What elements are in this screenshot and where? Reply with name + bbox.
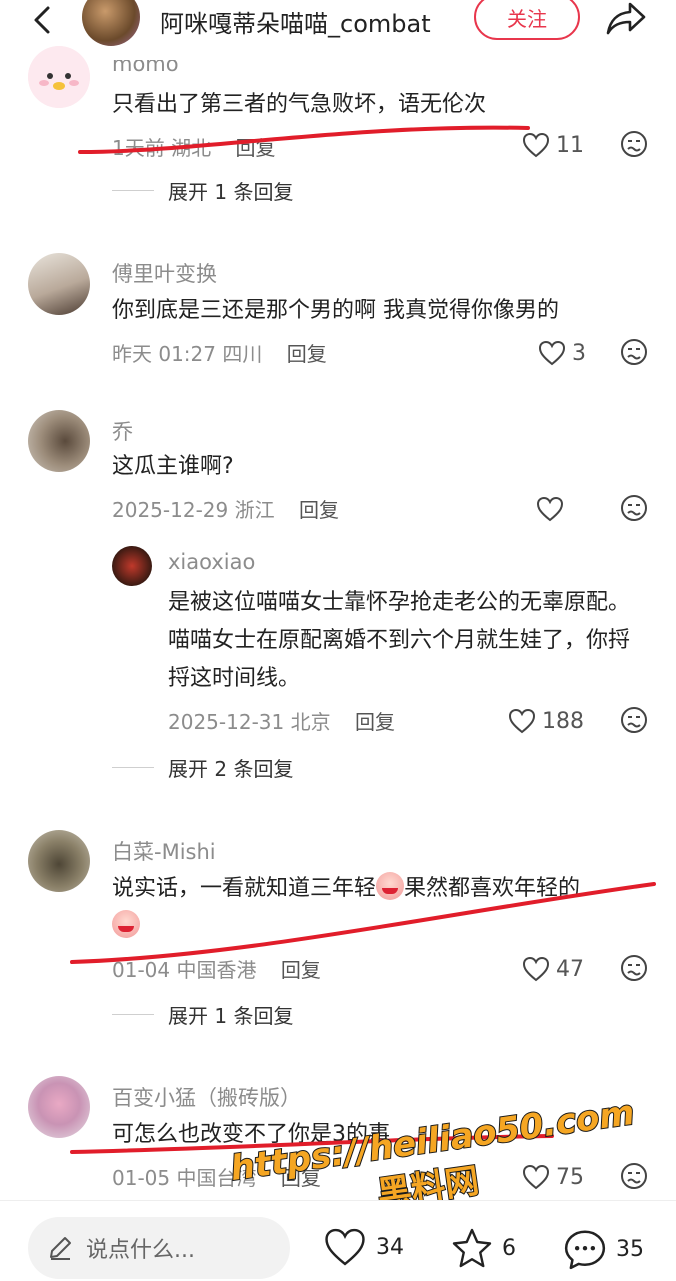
cartoon-avatar-icon: [28, 46, 90, 108]
reply-button[interactable]: 回复: [287, 342, 327, 366]
divider-line: [112, 190, 154, 191]
comment-meta: 2025-12-31 北京 回复: [168, 706, 395, 735]
crying-emoji-icon: [112, 910, 140, 938]
user-avatar[interactable]: [28, 253, 90, 315]
comment-time: 昨天 01:27: [112, 342, 216, 366]
crying-emoji-icon: [376, 872, 405, 900]
like-button[interactable]: 188: [508, 706, 584, 736]
divider-line: [112, 767, 154, 768]
like-count: 3: [572, 340, 586, 366]
like-button[interactable]: 47: [522, 954, 584, 984]
username[interactable]: 百变小猛（搬砖版）: [112, 1082, 301, 1112]
reply-button[interactable]: 回复: [235, 136, 275, 160]
expand-replies[interactable]: 展开 1 条回复: [112, 1000, 293, 1029]
heart-icon: [536, 496, 564, 522]
like-count: 188: [542, 708, 584, 734]
post-comment-button[interactable]: 35: [562, 1227, 644, 1271]
heart-icon: [522, 956, 550, 982]
heart-icon: [508, 708, 536, 734]
dislike-icon[interactable]: [620, 954, 648, 982]
comment-text: 这瓜主谁啊?: [112, 454, 234, 479]
comment-location: 四川: [222, 342, 263, 366]
reply-button[interactable]: 回复: [281, 1166, 321, 1190]
user-avatar[interactable]: [28, 46, 90, 108]
expand-replies-label: 展开 1 条回复: [168, 180, 294, 204]
pen-icon: [50, 1237, 71, 1260]
user-avatar[interactable]: [112, 546, 152, 586]
comment-meta: 昨天 01:27 四川 回复: [112, 338, 327, 367]
comment-text: 你到底是三还是那个男的啊 我真觉得你像男的: [112, 298, 559, 323]
reply-button[interactable]: 回复: [299, 498, 339, 522]
author-avatar[interactable]: [82, 0, 140, 46]
username[interactable]: 白菜-Mishi: [112, 836, 216, 866]
comment-input-placeholder: 说点什么...: [86, 1238, 195, 1263]
star-icon: [452, 1228, 492, 1268]
like-button[interactable]: 75: [522, 1162, 584, 1192]
divider-line: [112, 1014, 154, 1015]
reply-button[interactable]: 回复: [355, 710, 395, 734]
comment-text: 可怎么也改变不了你是3的事: [112, 1122, 390, 1147]
like-button[interactable]: 3: [538, 338, 586, 368]
comment-text: 说实话，一看就知道三年轻 果然都喜欢年轻的: [112, 870, 652, 946]
comment-time: 01-04: [112, 958, 171, 982]
expand-replies-label: 展开 1 条回复: [168, 1004, 294, 1028]
dislike-icon[interactable]: [620, 130, 648, 158]
user-avatar[interactable]: [28, 410, 90, 472]
username[interactable]: 乔: [112, 416, 133, 446]
comment-input[interactable]: 说点什么...: [28, 1217, 290, 1279]
comment-text: 只看出了第三者的气急败坏，语无伦次: [112, 92, 487, 117]
comment-meta: 01-05 中国台湾 回复: [112, 1162, 321, 1191]
username[interactable]: momo: [112, 60, 179, 76]
post-comment-count: 35: [616, 1236, 644, 1262]
like-button[interactable]: 11: [522, 130, 584, 160]
user-avatar[interactable]: [28, 830, 90, 892]
user-avatar[interactable]: [28, 1076, 90, 1138]
expand-replies-label: 展开 2 条回复: [168, 757, 294, 781]
heart-icon: [325, 1228, 365, 1266]
bottom-action-bar: 说点什么... 34 6 35: [0, 1200, 676, 1281]
comment-meta: 2025-12-29 浙江 回复: [112, 494, 339, 523]
comment-location: 中国香港: [176, 958, 257, 982]
share-icon[interactable]: [604, 0, 648, 36]
reply-button[interactable]: 回复: [281, 958, 321, 982]
comment-meta: 01-04 中国香港 回复: [112, 954, 321, 983]
username[interactable]: xiaoxiao: [168, 550, 255, 574]
username[interactable]: 傅里叶变换: [112, 258, 217, 288]
like-count: 75: [556, 1164, 584, 1190]
comment-location: 中国台湾: [176, 1166, 257, 1190]
like-count: 11: [556, 132, 584, 158]
comment-time: 01-05: [112, 1166, 171, 1190]
like-button[interactable]: [536, 494, 570, 524]
comment-time: 1天前: [112, 136, 165, 160]
follow-button[interactable]: 关注: [474, 0, 580, 40]
comment-bubble-icon: [564, 1230, 606, 1270]
post-like-button[interactable]: 34: [322, 1227, 404, 1267]
comment-location: 浙江: [234, 498, 275, 522]
like-count: 47: [556, 956, 584, 982]
post-collect-count: 6: [502, 1235, 516, 1261]
comment-meta: 1天前 湖北 回复: [112, 132, 275, 161]
back-arrow-icon[interactable]: [28, 4, 60, 36]
comment-location: 北京: [290, 710, 331, 734]
comment-text-part: 果然都喜欢年轻的: [404, 876, 581, 901]
post-collect-button[interactable]: 6: [450, 1227, 516, 1269]
dislike-icon[interactable]: [620, 1162, 648, 1190]
heart-icon: [522, 132, 550, 158]
heart-icon: [522, 1164, 550, 1190]
dislike-icon[interactable]: [620, 706, 648, 734]
heart-icon: [538, 340, 566, 366]
post-like-count: 34: [376, 1234, 404, 1260]
comment-time: 2025-12-31: [168, 710, 285, 734]
comment-text-part: 说实话，一看就知道三年轻: [112, 876, 377, 901]
author-name[interactable]: 阿咪嘎蒂朵喵喵_combat: [160, 4, 431, 39]
comment-location: 湖北: [171, 136, 212, 160]
expand-replies[interactable]: 展开 2 条回复: [112, 753, 293, 782]
expand-replies[interactable]: 展开 1 条回复: [112, 176, 293, 205]
dislike-icon[interactable]: [620, 338, 648, 366]
comment-text: 是被这位喵喵女士靠怀孕抢走老公的无辜原配。喵喵女士在原配离婚不到六个月就生娃了，…: [168, 590, 631, 691]
dislike-icon[interactable]: [620, 494, 648, 522]
comment-time: 2025-12-29: [112, 498, 229, 522]
top-bar: 阿咪嘎蒂朵喵喵_combat 关注: [0, 0, 676, 46]
